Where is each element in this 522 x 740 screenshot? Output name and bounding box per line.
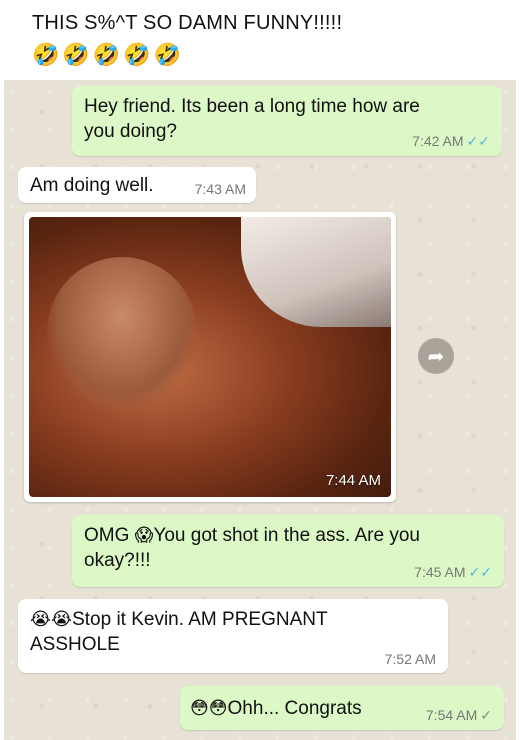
laughing-emoji-icon: 🤣 — [62, 43, 90, 68]
read-ticks-icon: ✓✓ — [466, 134, 490, 150]
laughing-emoji-icon: 🤣 — [92, 43, 121, 68]
caption-emojis: 🤣 🤣 🤣 🤣 🤣 — [32, 44, 181, 68]
hand-shape — [47, 257, 197, 407]
image-message[interactable]: 7:44 AM — [24, 212, 396, 502]
message-time: 7:45 AM ✓✓ — [414, 564, 492, 581]
message-text: Hey friend. Its been a long time how are… — [84, 96, 420, 142]
message-time: 7:43 AM — [194, 181, 246, 197]
message-bubble-outgoing[interactable]: 😳😳Ohh... Congrats 7:54 AM ✓ — [180, 686, 504, 730]
sent-tick-icon: ✓ — [480, 708, 492, 724]
caption-text: THIS S%^T SO DAMN FUNNY!!!!! — [32, 12, 343, 34]
message-text: Am doing well. — [30, 175, 154, 196]
message-time: 7:54 AM ✓ — [425, 707, 492, 724]
scream-emoji-icon: 😱 — [134, 525, 154, 546]
message-bubble-outgoing[interactable]: Hey friend. Its been a long time how are… — [72, 86, 502, 156]
flushed-emoji-icon: 😳😳 — [190, 698, 228, 719]
message-time: 7:52 AM — [384, 651, 436, 667]
message-bubble-outgoing[interactable]: OMG 😱You got shot in the ass. Are you ok… — [72, 515, 504, 587]
laughing-emoji-icon: 🤣 — [153, 43, 182, 68]
message-bubble-incoming[interactable]: Am doing well. 7:43 AM — [18, 167, 256, 203]
message-time: 7:42 AM ✓✓ — [412, 133, 490, 150]
message-text: 😳😳Ohh... Congrats — [190, 698, 362, 719]
forward-arrow-icon[interactable]: ➦ — [418, 338, 454, 374]
screenshot: THIS S%^T SO DAMN FUNNY!!!!! 🤣 🤣 🤣 🤣 🤣 H… — [0, 0, 522, 740]
message-time: 7:44 AM — [325, 472, 381, 489]
photo[interactable]: 7:44 AM — [29, 217, 391, 497]
crying-emoji-icon: 😭😭 — [30, 609, 73, 630]
meme-caption: THIS S%^T SO DAMN FUNNY!!!!! 🤣 🤣 🤣 🤣 🤣 — [0, 0, 522, 80]
laughing-emoji-icon: 🤣 — [32, 43, 60, 68]
message-text: 😭😭Stop it Kevin. AM PREGNANT ASSHOLE — [30, 609, 328, 655]
message-bubble-incoming[interactable]: 😭😭Stop it Kevin. AM PREGNANT ASSHOLE 7:5… — [18, 599, 448, 673]
laughing-emoji-icon: 🤣 — [123, 43, 151, 68]
read-ticks-icon: ✓✓ — [468, 565, 492, 581]
shirt-fabric — [241, 217, 391, 327]
